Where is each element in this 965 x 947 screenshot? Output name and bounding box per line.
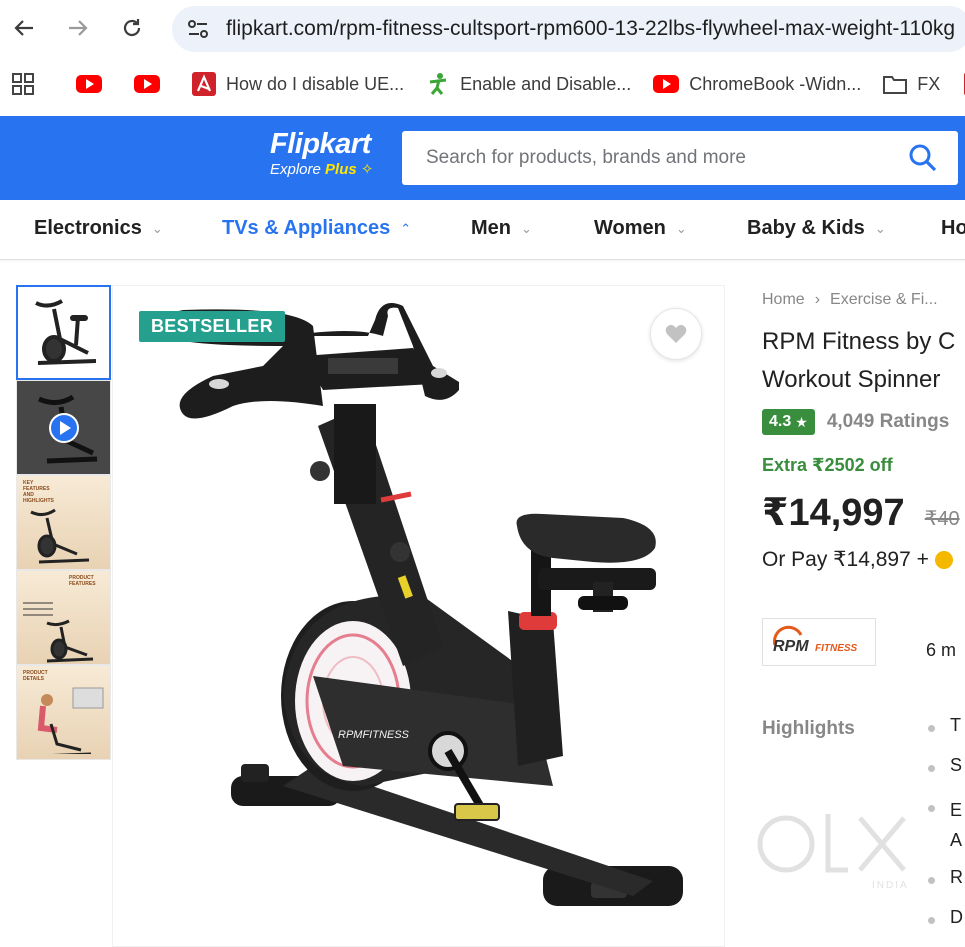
mrp-price: ₹40 xyxy=(924,508,960,530)
thumbnail-4[interactable]: PRODUCT FEATURES xyxy=(16,570,111,665)
thumbnail-strip: KEY FEATURES AND HIGHLIGHTS PRODUCT FEAT… xyxy=(16,285,112,760)
highlights-label: Highlights xyxy=(762,718,855,739)
bike-thumbnail-icon xyxy=(35,299,97,365)
plus-star-icon: ✧ xyxy=(356,161,374,178)
flipkart-logo[interactable]: Flipkart Explore Plus ✧ xyxy=(270,128,373,178)
category-baby-kids[interactable]: Baby & Kids ⌄ xyxy=(747,217,886,240)
back-arrow-icon xyxy=(14,20,33,36)
reload-icon xyxy=(123,19,141,37)
url-text[interactable]: flipkart.com/rpm-fitness-cultsport-rpm60… xyxy=(226,17,955,41)
bookmark-youtube-1[interactable] xyxy=(76,75,112,93)
forward-arrow-icon xyxy=(69,20,88,36)
chevron-up-icon: ⌃ xyxy=(400,220,412,236)
browser-toolbar: flipkart.com/rpm-fitness-cultsport-rpm60… xyxy=(0,0,965,58)
forward-button[interactable] xyxy=(60,10,96,46)
highlight-item: EA xyxy=(924,795,963,867)
bookmark-chromebook[interactable]: ChromeBook -Widn... xyxy=(653,74,861,95)
avira-icon xyxy=(192,72,216,96)
highlights-list: T S EA R D xyxy=(924,715,963,947)
bookmark-uefi[interactable]: How do I disable UE... xyxy=(192,72,404,96)
extra-discount: Extra ₹2502 off xyxy=(762,455,893,475)
bookmark-youtube-2[interactable] xyxy=(134,75,170,93)
chevron-down-icon: ⌄ xyxy=(874,220,886,236)
star-icon: ★ xyxy=(795,413,808,430)
thumbnail-3[interactable]: KEY FEATURES AND HIGHLIGHTS xyxy=(16,475,111,570)
category-tvs-appliances[interactable]: TVs & Appliances ⌃ xyxy=(222,217,411,240)
thumbnail-5[interactable]: PRODUCT DETAILS xyxy=(16,665,111,760)
explore-plus-tagline: Explore Plus ✧ xyxy=(270,161,374,178)
flipkart-header: Flipkart Explore Plus ✧ xyxy=(0,116,965,200)
chevron-down-icon: ⌄ xyxy=(151,220,163,236)
olx-watermark: INDIA olx xyxy=(756,800,926,895)
bestseller-badge: BESTSELLER xyxy=(139,311,286,342)
svg-text:FITNESS: FITNESS xyxy=(815,643,858,654)
address-bar[interactable]: flipkart.com/rpm-fitness-cultsport-rpm60… xyxy=(172,6,965,52)
person-star-icon xyxy=(426,72,450,96)
bookmark-label: How do I disable UE... xyxy=(226,73,405,94)
price-row: ₹14,997 ₹40 xyxy=(762,490,965,535)
thumbnail-video[interactable] xyxy=(16,380,111,475)
site-settings-icon[interactable] xyxy=(180,11,216,47)
warranty-text: 6 m xyxy=(926,640,957,660)
supercoin-icon xyxy=(934,550,953,569)
bookmark-enable-disable[interactable]: Enable and Disable... xyxy=(426,72,631,96)
category-women[interactable]: Women ⌄ xyxy=(594,217,687,240)
youtube-icon xyxy=(76,75,102,93)
brand-name: Flipkart xyxy=(270,128,371,160)
chevron-down-icon: ⌄ xyxy=(675,220,687,236)
rating-row: 4.3 ★ 4,049 Ratings xyxy=(762,409,965,435)
svg-text:RPMFITNESS: RPMFITNESS xyxy=(338,729,410,741)
selling-price: ₹14,997 xyxy=(762,492,905,534)
pay-with-coins: Or Pay ₹14,897 + xyxy=(762,547,965,572)
folder-icon xyxy=(883,74,908,94)
youtube-icon xyxy=(653,75,680,93)
thumbnail-1[interactable] xyxy=(16,285,111,380)
product-details: Home › Exercise & Fi... RPM Fitness by C W… xyxy=(762,285,965,927)
category-nav: Electronics ⌄ TVs & Appliances ⌃ Men ⌄ Wome… xyxy=(0,200,965,260)
breadcrumb-home[interactable]: Home xyxy=(762,291,805,308)
category-home[interactable]: Ho xyxy=(941,217,965,240)
brand-logo[interactable]: RPM FITNESS xyxy=(762,618,876,666)
bookmark-folder-fx[interactable]: FX xyxy=(883,74,940,95)
ratings-count[interactable]: 4,049 Ratings xyxy=(827,411,950,433)
bookmarks-bar: How do I disable UE... Enable and Disabl… xyxy=(0,58,965,110)
breadcrumb: Home › Exercise & Fi... xyxy=(762,291,965,309)
bookmark-label: FX xyxy=(917,73,941,94)
breadcrumb-category[interactable]: Exercise & Fi... xyxy=(830,291,938,308)
rating-badge[interactable]: 4.3 ★ xyxy=(762,409,815,435)
svg-text:INDIA: INDIA xyxy=(872,880,909,890)
highlight-item: R xyxy=(924,867,963,907)
category-men[interactable]: Men ⌄ xyxy=(471,217,532,240)
apps-icon[interactable] xyxy=(12,73,34,95)
search-input[interactable] xyxy=(426,147,886,169)
highlight-item: S xyxy=(924,755,963,795)
bookmark-label: ChromeBook -Widn... xyxy=(689,73,862,94)
exercise-bike-image: RPMFITNESS xyxy=(163,303,683,906)
bookmark-label: Enable and Disable... xyxy=(460,73,632,94)
heart-icon xyxy=(665,324,687,343)
wishlist-button[interactable] xyxy=(650,308,702,360)
reload-button[interactable] xyxy=(114,10,150,46)
svg-text:RPM: RPM xyxy=(773,638,809,655)
highlight-item-text: EA xyxy=(950,800,963,850)
category-electronics[interactable]: Electronics ⌄ xyxy=(34,217,163,240)
back-button[interactable] xyxy=(6,10,42,46)
highlight-item: T xyxy=(924,715,963,755)
rpm-fitness-logo: RPM FITNESS xyxy=(773,625,858,655)
chevron-right-icon: › xyxy=(814,291,821,308)
search-icon[interactable] xyxy=(908,143,938,178)
product-title: RPM Fitness by C Workout Spinner xyxy=(762,328,956,393)
highlight-item: D xyxy=(924,907,963,947)
chevron-down-icon: ⌄ xyxy=(521,220,532,236)
youtube-icon xyxy=(134,75,160,93)
product-main-image[interactable]: RPMFITNESS BESTSELLER xyxy=(112,285,725,947)
search-box[interactable] xyxy=(402,131,958,185)
